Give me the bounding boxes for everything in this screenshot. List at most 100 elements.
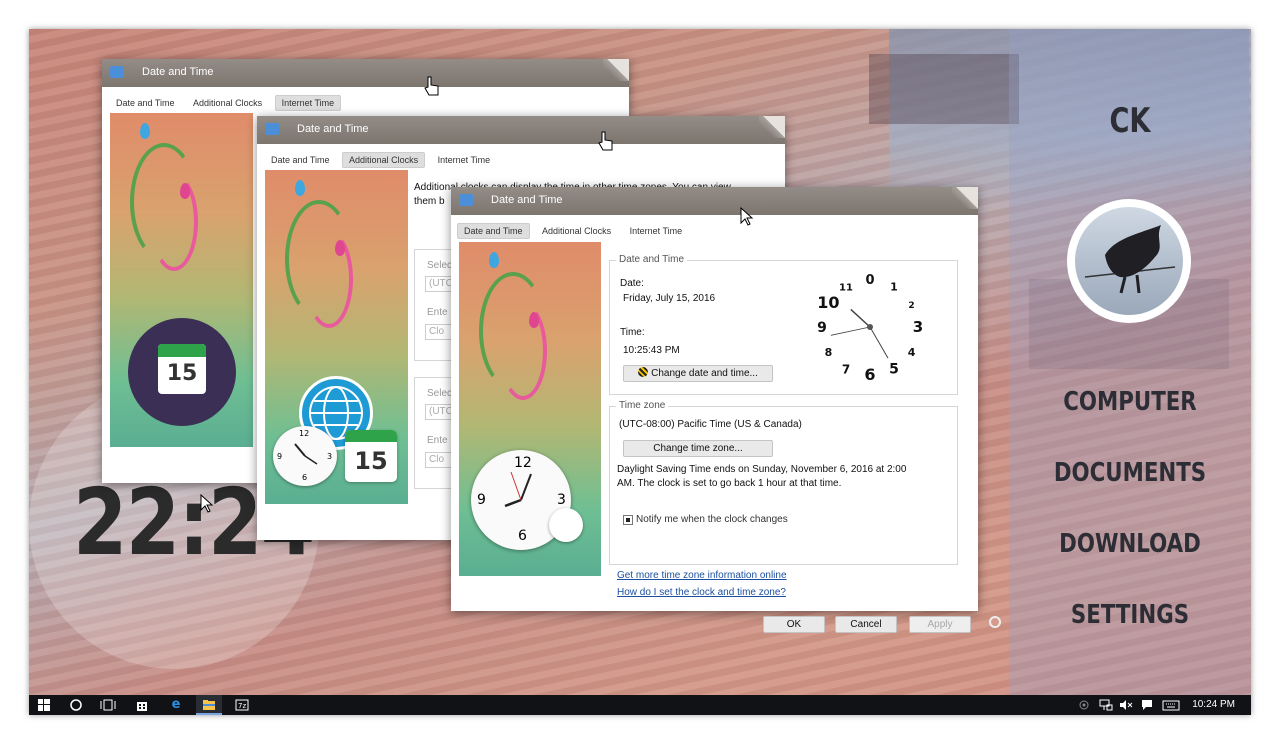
time-label: Time:	[620, 327, 645, 338]
paint-drop	[295, 180, 305, 196]
window-titlebar[interactable]: Date and Time	[451, 187, 978, 215]
window-title: Date and Time	[142, 66, 214, 78]
page-curl-decoration	[603, 59, 629, 81]
mini-clock-icon: 12 3 6 9	[273, 426, 337, 486]
bird-icon	[1075, 207, 1183, 315]
select-value: (UTC	[429, 406, 453, 417]
calendar-icon: 15	[128, 318, 236, 426]
edge-icon[interactable]: e	[163, 695, 189, 715]
tab-additional-clocks[interactable]: Additional Clocks	[187, 96, 268, 110]
calendar-date: 15	[354, 447, 388, 475]
window-titlebar[interactable]: Date and Time	[102, 59, 629, 87]
7zip-icon[interactable]: 7z	[229, 695, 255, 715]
swirl	[150, 173, 198, 271]
clock-numeral: 11	[839, 282, 853, 293]
clock-numeral: 5	[889, 362, 899, 378]
how-to-set-clock-link[interactable]: How do I set the clock and time zone?	[617, 587, 786, 598]
select-label: Selec	[427, 388, 453, 399]
paint-drop	[180, 183, 190, 199]
tab-internet-time[interactable]: Internet Time	[274, 95, 342, 111]
tab-date-and-time[interactable]: Date and Time	[110, 96, 181, 110]
swirl	[499, 302, 547, 400]
second-hand	[830, 326, 871, 336]
date-time-group: Date and Time Date: Friday, July 15, 201…	[609, 254, 958, 395]
paint-drop	[335, 240, 345, 256]
clock-numeral: 6	[864, 365, 875, 384]
change-time-zone-button[interactable]: Change time zone...	[623, 440, 773, 457]
time-zone-info-link[interactable]: Get more time zone information online	[617, 570, 787, 581]
store-icon[interactable]	[129, 695, 155, 715]
dst-info-line1: Daylight Saving Time ends on Sunday, Nov…	[617, 464, 907, 475]
clock-numeral: 1	[890, 280, 898, 293]
keyboard-icon[interactable]	[1162, 695, 1180, 715]
clock-numeral: 10	[817, 293, 839, 312]
button-label: Change date and time...	[651, 368, 758, 379]
additional-clocks-intro-2: them b	[414, 196, 445, 207]
taskbar: e 7z 10:24 PM	[29, 695, 1251, 715]
change-date-time-button[interactable]: Change date and time...	[623, 365, 773, 382]
volume-muted-icon[interactable]	[1119, 695, 1133, 715]
calendar-icon: 15	[345, 430, 397, 482]
group-label: Time zone	[616, 400, 669, 411]
tab-additional-clocks[interactable]: Additional Clocks	[342, 152, 426, 168]
analog-clock: 0 12 3 45678 9 1011	[817, 273, 923, 384]
cancel-button[interactable]: Cancel	[835, 616, 897, 633]
time-zone-group: Time zone (UTC-08:00) Pacific Time (US &…	[609, 400, 958, 565]
hand-cursor-icon	[424, 76, 439, 96]
tray-record-icon[interactable]	[1079, 695, 1089, 715]
side-link-documents[interactable]: DOCUMENTS	[1031, 458, 1229, 488]
decorative-art-panel: 12 3 6 9	[459, 242, 601, 576]
side-panel: CK COMPUTER DOCUMENTS DOWNLOAD SETTINGS	[1009, 29, 1251, 695]
tab-date-and-time[interactable]: Date and Time	[457, 223, 530, 239]
file-explorer-icon[interactable]	[196, 695, 222, 715]
notify-checkbox[interactable]	[623, 515, 633, 525]
select-value: (UTC	[429, 278, 453, 289]
tab-internet-time[interactable]: Internet Time	[432, 153, 497, 167]
arrow-cursor-icon	[200, 494, 214, 513]
window-title: Date and Time	[297, 123, 369, 135]
time-zone-value: (UTC-08:00) Pacific Time (US & Canada)	[619, 419, 802, 430]
network-icon[interactable]	[1099, 695, 1113, 715]
ok-button[interactable]: OK	[763, 616, 825, 633]
calendar-date: 15	[166, 361, 198, 386]
minute-hand	[869, 326, 889, 359]
tab-date-and-time[interactable]: Date and Time	[265, 153, 336, 167]
taskbar-clock[interactable]: 10:24 PM	[1192, 695, 1235, 715]
paint-drop	[489, 252, 499, 268]
group-label: Date and Time	[616, 254, 688, 265]
window-titlebar[interactable]: Date and Time	[257, 116, 785, 144]
arrow-cursor-icon	[740, 207, 754, 226]
hand-cursor-icon	[598, 131, 613, 151]
display-name-label: Ente	[427, 307, 448, 318]
date-time-window-main: Date and Time Date and Time Additional C…	[451, 187, 978, 633]
date-time-app-icon	[459, 194, 473, 206]
windows-start-icon[interactable]	[31, 695, 57, 715]
clock-numeral: 4	[908, 346, 916, 359]
paint-drop	[529, 312, 539, 328]
clock-numeral: 7	[842, 363, 850, 377]
swirl	[305, 230, 353, 328]
roof-window	[869, 54, 1019, 124]
tab-strip: Date and Time Additional Clocks Internet…	[265, 152, 500, 168]
side-link-settings[interactable]: SETTINGS	[1031, 600, 1229, 630]
clock-numeral: 3	[913, 318, 923, 336]
shield-icon	[638, 367, 649, 377]
side-link-download[interactable]: DOWNLOAD	[1031, 529, 1229, 559]
field-value: Clo	[429, 454, 445, 465]
hour-hand	[850, 308, 871, 328]
tab-internet-time[interactable]: Internet Time	[624, 224, 689, 238]
tab-strip: Date and Time Additional Clocks Internet…	[457, 223, 692, 239]
action-center-icon[interactable]	[1141, 695, 1153, 715]
avatar[interactable]	[1067, 199, 1191, 323]
field-value: Clo	[429, 326, 445, 337]
date-label: Date:	[620, 278, 644, 289]
clock-numeral: 0	[865, 273, 874, 288]
apply-button[interactable]: Apply	[909, 616, 971, 633]
ring-icon[interactable]	[989, 616, 1001, 628]
cortana-circle-icon[interactable]	[63, 695, 89, 715]
page-curl-decoration	[952, 187, 978, 209]
task-view-icon[interactable]	[95, 695, 121, 715]
tab-additional-clocks[interactable]: Additional Clocks	[536, 224, 617, 238]
side-link-computer[interactable]: COMPUTER	[1031, 387, 1229, 417]
checkbox-check-icon	[626, 518, 630, 522]
